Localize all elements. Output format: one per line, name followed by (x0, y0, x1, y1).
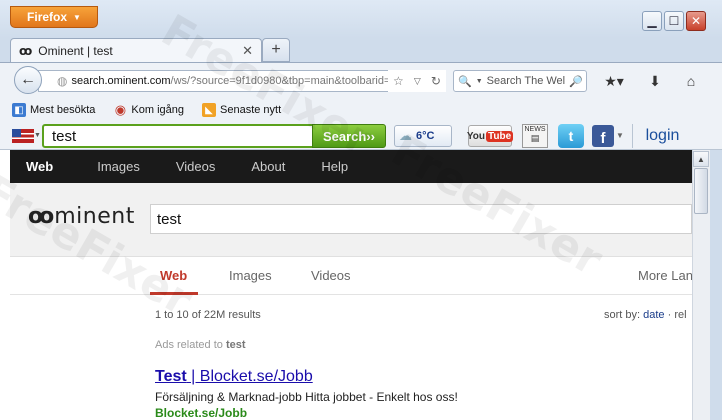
globe-icon: ◍ (57, 74, 68, 88)
youtube-tube: Tube (486, 130, 514, 142)
result-count: 1 to 10 of 22M results (155, 309, 261, 321)
us-flag-icon[interactable] (12, 129, 34, 143)
facebook-button[interactable]: f (592, 125, 614, 147)
site-nav-videos[interactable]: Videos (158, 159, 234, 174)
weather-button[interactable]: ☁ 6°C (394, 125, 452, 147)
chevron-up-icon: ▲ (697, 154, 705, 164)
news-button[interactable]: NEWS ▤ (522, 124, 548, 148)
result-tabs (10, 257, 692, 295)
sort-label: sort by: (604, 309, 641, 321)
ads-term: test (225, 339, 246, 351)
close-window-button[interactable]: ✕ (686, 11, 706, 31)
bookmark-kom-igang[interactable]: ◉ Kom igång (113, 102, 185, 117)
flag-dropdown-icon[interactable]: ▼ (34, 132, 41, 139)
toolbar-search-button[interactable]: Search›› (312, 124, 386, 148)
twitter-icon: t (568, 128, 574, 144)
youtube-button[interactable]: You Tube (466, 125, 514, 147)
login-link[interactable]: login (632, 124, 692, 148)
weather-cloud-icon: ☁ (399, 128, 412, 143)
bookmark-senaste-nytt[interactable]: ◣ Senaste nytt (202, 103, 281, 117)
site-nav-web[interactable]: Web (10, 159, 79, 174)
tab-ominent[interactable]: ꝏ Ominent | test ✕ (10, 38, 262, 63)
sort-by: sort by: date · rel (604, 309, 687, 321)
result-description: Försäljning & Marknad-jobb Hitta jobbet … (155, 390, 458, 404)
minimize-icon: ▁ (647, 14, 657, 28)
result-title-keyword: Test (155, 368, 187, 385)
facebook-dropdown-icon[interactable]: ▼ (616, 131, 624, 140)
chevron-down-icon: ▼ (73, 12, 81, 22)
bookmark-label: Kom igång (131, 104, 185, 116)
star-icon[interactable]: ☆ (393, 74, 404, 88)
back-button[interactable]: ← (14, 66, 42, 94)
toolbar-search-input[interactable]: test (42, 124, 314, 148)
search-engine-dropdown-icon[interactable]: ▼ (476, 78, 483, 85)
scroll-up-button[interactable]: ▲ (693, 151, 709, 167)
result-tab-videos[interactable]: Videos (311, 268, 351, 283)
sort-date-link[interactable]: date (643, 309, 664, 321)
maximize-button[interactable]: ☐ (664, 11, 684, 31)
bookmark-folder-icon: ◧ (12, 103, 26, 117)
downloads-button[interactable]: ⬇ (644, 70, 666, 92)
facebook-icon: f (600, 130, 606, 147)
logo-text: minent (54, 204, 135, 229)
twitter-button[interactable]: t (558, 124, 584, 148)
maximize-icon: ☐ (668, 14, 680, 28)
close-icon: ✕ (690, 14, 702, 28)
tab-close-icon[interactable]: ✕ (242, 43, 253, 59)
result-url[interactable]: Blocket.se/Jobb (155, 406, 247, 420)
result-title-link[interactable]: Test | Blocket.se/Jobb (155, 368, 313, 386)
site-nav-help[interactable]: Help (303, 159, 366, 174)
bookmarks-toolbar: ◧ Mest besökta ◉ Kom igång ◣ Senaste nyt… (0, 98, 722, 122)
bookmark-mest-besokta[interactable]: ◧ Mest besökta (12, 103, 95, 117)
url-bar[interactable]: ◍ search.ominent.com/ws/?source=9f1d0980… (38, 70, 446, 92)
minimize-button[interactable]: ▁ (642, 11, 662, 31)
new-tab-button[interactable]: + (262, 38, 290, 62)
reload-icon[interactable]: ↻ (431, 74, 441, 88)
search-go-icon[interactable]: 🔎 (569, 75, 583, 88)
bookmark-star-icon: ★▾ (604, 72, 624, 89)
ominent-favicon-icon: ꝏ (19, 44, 33, 58)
bookmark-label: Senaste nytt (220, 104, 282, 116)
site-search-input[interactable]: test (150, 204, 692, 234)
youtube-you: You (466, 130, 485, 142)
rss-icon: ◣ (202, 103, 217, 117)
news-label: NEWS (524, 126, 546, 133)
ominent-logo[interactable]: oo minent (28, 204, 135, 229)
newspaper-icon: ▤ (530, 133, 540, 143)
firefox-menu-button[interactable]: Firefox ▼ (10, 6, 98, 28)
tab-title: Ominent | test (38, 44, 113, 58)
ominent-logo-mark: oo (28, 204, 54, 229)
result-tab-web[interactable]: Web (160, 268, 187, 283)
site-nav-images[interactable]: Images (79, 159, 158, 174)
ads-related-label: Ads related to test (155, 339, 246, 351)
back-arrow-icon: ← (20, 71, 36, 88)
dropdown-icon[interactable]: ▽ (414, 76, 421, 87)
ads-prefix: Ads related to (155, 339, 223, 351)
url-text: search.ominent.com/ws/?source=9f1d0980&t… (71, 75, 390, 87)
result-tab-images[interactable]: Images (229, 268, 272, 283)
site-nav: Web Images Videos About Help (10, 150, 692, 183)
scrollbar-thumb[interactable] (694, 168, 708, 214)
sort-relevance-link[interactable]: · rel (668, 309, 687, 321)
search-placeholder: Search The Wel (486, 75, 566, 87)
window-titlebar (0, 0, 722, 38)
download-arrow-icon: ⬇ (649, 72, 661, 89)
firefox-logo-icon: ◉ (114, 102, 127, 117)
bookmark-label: Mest besökta (30, 104, 96, 116)
home-button[interactable]: ⌂ (680, 70, 702, 92)
search-bar[interactable]: 🔍 ▼ Search The Wel 🔎 (453, 70, 587, 92)
active-tab-indicator (150, 292, 198, 295)
site-nav-about[interactable]: About (233, 159, 303, 174)
bookmarks-menu-button[interactable]: ★▾ (598, 70, 630, 92)
url-bar-actions: ☆ ▽ ↻ (388, 70, 446, 92)
weather-temp: 6°C (416, 130, 435, 142)
plus-icon: + (271, 41, 281, 58)
result-title-rest: | Blocket.se/Jobb (186, 368, 313, 385)
result-tab-more-languages[interactable]: More Lan (638, 268, 693, 283)
firefox-menu-label: Firefox (27, 10, 68, 24)
url-path: /ws/?source=9f1d0980&tbp=main&toolbarid= (170, 75, 391, 87)
search-icon: 🔍 (458, 75, 472, 88)
url-host: search.ominent.com (71, 75, 171, 87)
home-icon: ⌂ (686, 73, 696, 89)
